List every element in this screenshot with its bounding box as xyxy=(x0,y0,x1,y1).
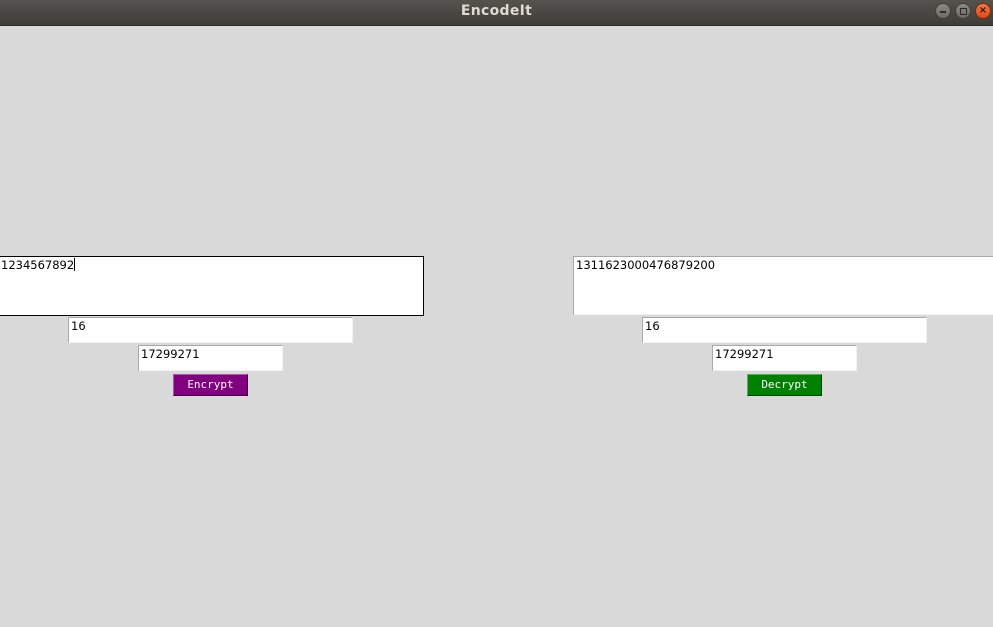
encrypt-message-input[interactable]: 1234567892 xyxy=(0,256,424,316)
minimize-icon[interactable] xyxy=(935,3,951,19)
encrypt-message-value: 1234567892 xyxy=(1,258,75,272)
title-bar[interactable]: EncodeIt × xyxy=(0,0,993,26)
encrypt-key-one-input[interactable]: 16 xyxy=(68,317,353,343)
decrypt-message-input[interactable]: 1311623000476879200 xyxy=(573,256,993,315)
encrypt-button[interactable]: Encrypt xyxy=(173,374,248,396)
decrypt-key-one-input[interactable]: 16 xyxy=(642,317,927,343)
decrypt-key-two-input[interactable]: 17299271 xyxy=(712,345,857,371)
window-title: EncodeIt xyxy=(460,3,533,19)
app-window: EncodeIt × 1234567892 16 17299271 Encryp… xyxy=(0,0,993,627)
text-cursor xyxy=(74,258,76,271)
close-icon[interactable]: × xyxy=(975,3,991,19)
maximize-icon[interactable] xyxy=(955,3,971,19)
encrypt-key-two-input[interactable]: 17299271 xyxy=(138,345,283,371)
decrypt-button[interactable]: Decrypt xyxy=(747,374,822,396)
